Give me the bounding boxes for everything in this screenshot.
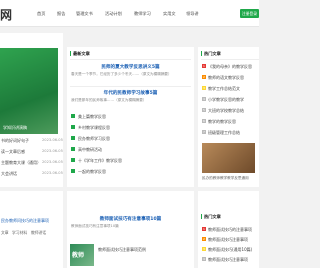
list-item[interactable]: 教师面试技巧的注意事项 (208, 227, 252, 233)
rank-badge: 2 (202, 237, 206, 241)
tab[interactable]: 文章 (1, 230, 9, 236)
nav-item-home[interactable]: 首页 (37, 11, 45, 17)
lower-right-panel: 热门文章 1 教师面试技巧的注意事项 2 教师面试技巧注意事项 3 教师面试技巧… (198, 191, 259, 268)
bullet-icon (71, 136, 75, 140)
rank-badge: 4 (202, 97, 206, 101)
lower-right-heading: 热门文章 (204, 214, 221, 219)
list-date: 2023-06-05 (42, 160, 63, 164)
list-item[interactable]: 书的好词好句子 (1, 138, 29, 144)
left-panel: 学知识讲演稿 书的好词好句子 2023-06-05 读一文章后感 2023-06… (0, 33, 63, 187)
list-item[interactable]: 教师面试技巧(通用10篇) (208, 247, 252, 253)
list-item[interactable]: 小学教学反思的教学 (208, 97, 244, 103)
list-item[interactable]: 十《学年工作》教学反思 (78, 158, 122, 164)
bullet-icon (71, 147, 75, 151)
hot-heading: 热门文章 (204, 51, 221, 56)
list-item[interactable]: 一起的教学反思 (78, 169, 106, 175)
featured-caption: 学知识讲演稿 (3, 125, 27, 130)
bullet-icon (71, 169, 75, 173)
latest-heading: 最新文章 (73, 51, 90, 56)
nav-item-teacher-study[interactable]: 教师学习 (134, 11, 151, 17)
nav-item-plans[interactable]: 活动计划 (105, 11, 122, 17)
nav-item-report[interactable]: 报告 (57, 11, 65, 17)
lower-thumbnail[interactable]: 教师 (70, 244, 94, 266)
list-item[interactable]: 教师面试技巧注意事项 (208, 257, 248, 263)
rank-badge: 1 (202, 64, 206, 68)
tab[interactable]: 教师讲话 (31, 230, 46, 236)
divider (201, 59, 259, 60)
site-logo[interactable]: 网 (0, 6, 12, 23)
lower-center-panel: 教师面试技巧有注意事项10篇 教师面试技巧有注意事项10篇 教师 教师面试技巧注… (67, 191, 194, 268)
lower-article-title[interactable]: 教师面试技巧有注意事项10篇 (67, 216, 194, 222)
featured-image[interactable]: 学知识讲演稿 (0, 48, 58, 134)
rank-badge: 5 (202, 108, 206, 112)
site-header: 网 首页 报告 管理文书 活动计划 教师学习 实用文 领导讲 注册登录 (0, 0, 259, 27)
rank-badge: 1 (202, 227, 206, 231)
list-item[interactable]: 教师的语文教学反思 (208, 75, 244, 81)
rank-badge: 3 (202, 247, 206, 251)
nav-item-leader-speech[interactable]: 领导讲 (186, 11, 199, 17)
thumbnail-caption: 民办的教师教学教学反思通用 (202, 176, 249, 180)
rank-badge: 7 (202, 130, 206, 134)
list-item[interactable]: 《我的母亲》的教学反思 (208, 64, 252, 70)
list-item[interactable]: 主题教育大课（通用） (1, 160, 41, 166)
lower-article-summary: 教师面试技巧有注意事项10篇 (71, 224, 119, 228)
divider (70, 59, 191, 60)
list-item[interactable]: 教学工作总结范文 (208, 86, 240, 92)
featured-article-summary: 春天是一个季节，它经历了多少个冬天……（原文为模糊摘要） (71, 72, 172, 76)
nav-item-practical[interactable]: 实用文 (163, 11, 176, 17)
list-item[interactable]: 班级管理工作总结 (208, 130, 240, 136)
latest-articles-panel: 最新文章 民师的夏大教学反思讲义5篇 春天是一个季节，它经历了多少个冬天……（原… (67, 47, 194, 187)
nav-item-admin-docs[interactable]: 管理文书 (76, 11, 93, 17)
second-article-summary: 我们是那年的民师故事……（原文为模糊摘要） (71, 98, 147, 102)
hot-articles-panel: 热门文章 1 《我的母亲》的教学反思 2 教师的语文教学反思 3 教学工作总结范… (198, 47, 259, 187)
thumbnail-label: 教师 (72, 252, 85, 259)
section-marker (201, 51, 202, 56)
list-item[interactable]: 乡村教学课程反思 (78, 125, 110, 131)
rank-badge: 4 (202, 257, 206, 261)
hot-thumbnail[interactable] (202, 143, 255, 173)
list-item[interactable]: 教师面试技巧注意事项 (208, 237, 248, 243)
register-button[interactable]: 注册登录 (240, 9, 259, 18)
bullet-icon (71, 114, 75, 118)
list-item[interactable]: 高中教研活动 (78, 147, 102, 153)
list-date: 2023-06-05 (42, 138, 63, 142)
list-item[interactable]: 教学的教学反思 (208, 119, 236, 125)
list-date: 2023-06-05 (42, 171, 63, 175)
section-marker (201, 214, 202, 219)
divider (70, 86, 191, 87)
lower-left-panel: 民办教师问技巧的注意事项 文章 学习材料 教师讲话 (0, 191, 63, 268)
list-item[interactable]: 教师面试技巧注意事项范例 (98, 247, 146, 253)
list-item[interactable]: 美上篇教学反思 (78, 114, 106, 120)
section-marker (70, 51, 71, 56)
list-date: 2023-06-05 (42, 149, 63, 153)
second-article-title[interactable]: 年代的民教师学习故事5篇 (67, 90, 194, 96)
list-item[interactable]: 大会讲话 (1, 171, 17, 177)
list-item[interactable]: 民办教师学习反思 (78, 136, 110, 142)
bullet-icon (71, 125, 75, 129)
list-item[interactable]: 读一文章后感 (1, 149, 25, 155)
list-item[interactable]: 大班的学校教学总结 (208, 108, 244, 114)
rank-badge: 6 (202, 119, 206, 123)
rank-badge: 3 (202, 86, 206, 90)
lower-left-title[interactable]: 民办教师问技巧的注意事项 (1, 218, 49, 224)
page: 网 首页 报告 管理文书 活动计划 教师学习 实用文 领导讲 注册登录 学知识讲… (0, 0, 259, 268)
rank-badge: 2 (202, 75, 206, 79)
featured-article-title[interactable]: 民师的夏大教学反思讲义5篇 (67, 64, 194, 70)
tab[interactable]: 学习材料 (12, 230, 27, 236)
bullet-icon (71, 158, 75, 162)
